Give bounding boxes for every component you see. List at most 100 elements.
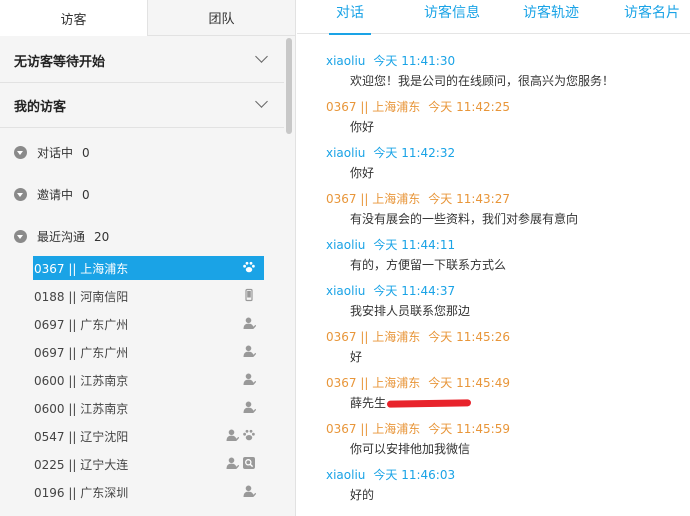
person-icon	[242, 372, 256, 389]
message-time: 今天 11:42:25	[428, 100, 510, 114]
message-header: xiaoliu 今天 11:46:03	[326, 466, 455, 483]
message-text: 有的，方便留一下联系方式么	[350, 256, 506, 273]
visitor-item[interactable]: 0367 || 上海浦东	[33, 256, 264, 280]
message-sender: 0367 || 上海浦东	[326, 422, 421, 436]
collapse-toggle-icon[interactable]	[14, 188, 27, 201]
message-text: 我安排人员联系您那边	[350, 302, 470, 319]
sidebar-tabs: 访客 团队	[0, 0, 295, 36]
visitor-item-icons	[225, 428, 256, 445]
redaction-mark	[386, 399, 472, 408]
tab-visitor-track[interactable]: 访客轨迹	[519, 0, 583, 34]
chat-tabs: 对话 访客信息 访客轨迹 访客名片	[297, 0, 690, 35]
visitor-item-label: 0697 || 广东广州	[34, 345, 129, 360]
visitor-item[interactable]: 0600 || 江苏南京	[33, 368, 264, 392]
message-content: 薛先生	[350, 396, 387, 410]
visitor-item-label: 0600 || 江苏南京	[34, 373, 129, 388]
section-waiting[interactable]: 无访客等待开始	[0, 38, 284, 83]
message-time: 今天 11:45:59	[428, 422, 510, 436]
person-icon	[225, 428, 239, 445]
message-content: 你可以安排他加我微信	[350, 442, 471, 456]
chevron-down-icon[interactable]	[255, 95, 268, 108]
chevron-down-icon[interactable]	[255, 50, 268, 63]
visitor-item-icons	[242, 316, 256, 333]
sidebar-scrollbar[interactable]	[286, 38, 292, 134]
message-text: 有没有展会的一些资料，我们对参展有意向	[350, 210, 578, 227]
group-label: 对话中	[37, 146, 74, 160]
message-header: 0367 || 上海浦东 今天 11:45:49	[326, 374, 510, 391]
visitor-item[interactable]: 0697 || 广东广州	[33, 340, 264, 364]
person-icon	[242, 344, 256, 361]
visitor-item[interactable]: 0225 || 辽宁大连	[33, 452, 264, 476]
message-header: xiaoliu 今天 11:42:32	[326, 144, 455, 161]
visitor-sidebar: 访客 团队 无访客等待开始 我的访客 对话中 0 邀请中 0 最近沟通 20 0…	[0, 0, 296, 516]
visitor-item[interactable]: 0196 || 广东深圳	[33, 480, 264, 504]
visitor-item-icons	[242, 400, 256, 417]
visitor-item-icons	[242, 260, 256, 277]
collapse-toggle-icon[interactable]	[14, 146, 27, 159]
visitor-item-icons	[242, 344, 256, 361]
message-text: 好	[350, 348, 362, 365]
mobile-icon	[242, 288, 256, 305]
section-waiting-label: 无访客等待开始	[14, 54, 106, 70]
visitor-item[interactable]: 0697 || 广东广州	[33, 312, 264, 336]
message-time: 今天 11:44:11	[373, 238, 456, 252]
group-count: 20	[94, 229, 110, 244]
collapse-toggle-icon[interactable]	[14, 230, 27, 243]
search-icon	[242, 456, 256, 473]
tab-visitors[interactable]: 访客	[0, 0, 148, 36]
message-time: 今天 11:45:49	[428, 376, 510, 390]
visitor-item-label: 0188 || 河南信阳	[34, 289, 129, 304]
message-sender: 0367 || 上海浦东	[326, 192, 421, 206]
tab-chat[interactable]: 对话	[329, 0, 371, 35]
chat-panel: 对话 访客信息 访客轨迹 访客名片 xiaoliu 今天 11:41:30 欢迎您！…	[297, 0, 690, 516]
group-count: 0	[82, 145, 90, 160]
group-recent[interactable]: 最近沟通 20	[14, 228, 109, 245]
visitor-item-label: 0547 || 辽宁沈阳	[34, 429, 129, 444]
message-sender: xiaoliu	[326, 146, 366, 160]
message-content: 你好	[350, 120, 375, 134]
section-my-visitors[interactable]: 我的访客	[0, 83, 284, 128]
visitor-item-icons	[242, 372, 256, 389]
section-my-visitors-label: 我的访客	[14, 99, 67, 115]
message-text: 欢迎您！我是公司的在线顾问，很高兴为您服务！	[350, 72, 614, 89]
message-text: 薛先生	[350, 394, 472, 411]
visitor-item-label: 0196 || 广东深圳	[34, 485, 129, 500]
tab-visitor-info[interactable]: 访客信息	[420, 0, 484, 34]
message-content: 你好	[350, 166, 375, 180]
message-content: 有的，方便留一下联系方式么	[350, 258, 507, 272]
visitor-item[interactable]: 0188 || 河南信阳	[33, 284, 264, 308]
person-icon	[242, 400, 256, 417]
message-header: xiaoliu 今天 11:44:11	[326, 236, 455, 253]
message-time: 今天 11:46:03	[373, 468, 456, 482]
message-content: 好的	[350, 488, 375, 502]
message-sender: xiaoliu	[326, 468, 366, 482]
message-time: 今天 11:42:32	[373, 146, 456, 160]
tab-visitor-card[interactable]: 访客名片	[620, 0, 684, 34]
message-header: 0367 || 上海浦东 今天 11:42:25	[326, 98, 510, 115]
visitor-item-label: 0367 || 上海浦东	[34, 261, 129, 276]
person-icon	[225, 456, 239, 473]
group-chatting[interactable]: 对话中 0	[14, 144, 90, 161]
message-text: 你好	[350, 164, 374, 181]
message-time: 今天 11:45:26	[428, 330, 510, 344]
message-sender: 0367 || 上海浦东	[326, 376, 421, 390]
message-sender: xiaoliu	[326, 238, 366, 252]
message-header: 0367 || 上海浦东 今天 11:43:27	[326, 190, 510, 207]
visitor-item-icons	[225, 456, 256, 473]
paw-icon	[242, 260, 256, 277]
group-label: 邀请中	[37, 188, 74, 202]
visitor-item[interactable]: 0600 || 江苏南京	[33, 396, 264, 420]
visitor-item[interactable]: 0547 || 辽宁沈阳	[33, 424, 264, 448]
message-time: 今天 11:41:30	[373, 54, 456, 68]
message-content: 有没有展会的一些资料，我们对参展有意向	[350, 212, 579, 226]
message-sender: xiaoliu	[326, 284, 366, 298]
group-inviting[interactable]: 邀请中 0	[14, 186, 90, 203]
person-icon	[242, 484, 256, 501]
person-icon	[242, 316, 256, 333]
tab-team[interactable]: 团队	[148, 0, 295, 36]
visitor-item-label: 0225 || 辽宁大连	[34, 457, 129, 472]
message-sender: 0367 || 上海浦东	[326, 100, 421, 114]
message-content: 欢迎您！我是公司的在线顾问，很高兴为您服务！	[350, 74, 615, 88]
message-content: 好	[350, 350, 363, 364]
message-text: 你好	[350, 118, 374, 135]
